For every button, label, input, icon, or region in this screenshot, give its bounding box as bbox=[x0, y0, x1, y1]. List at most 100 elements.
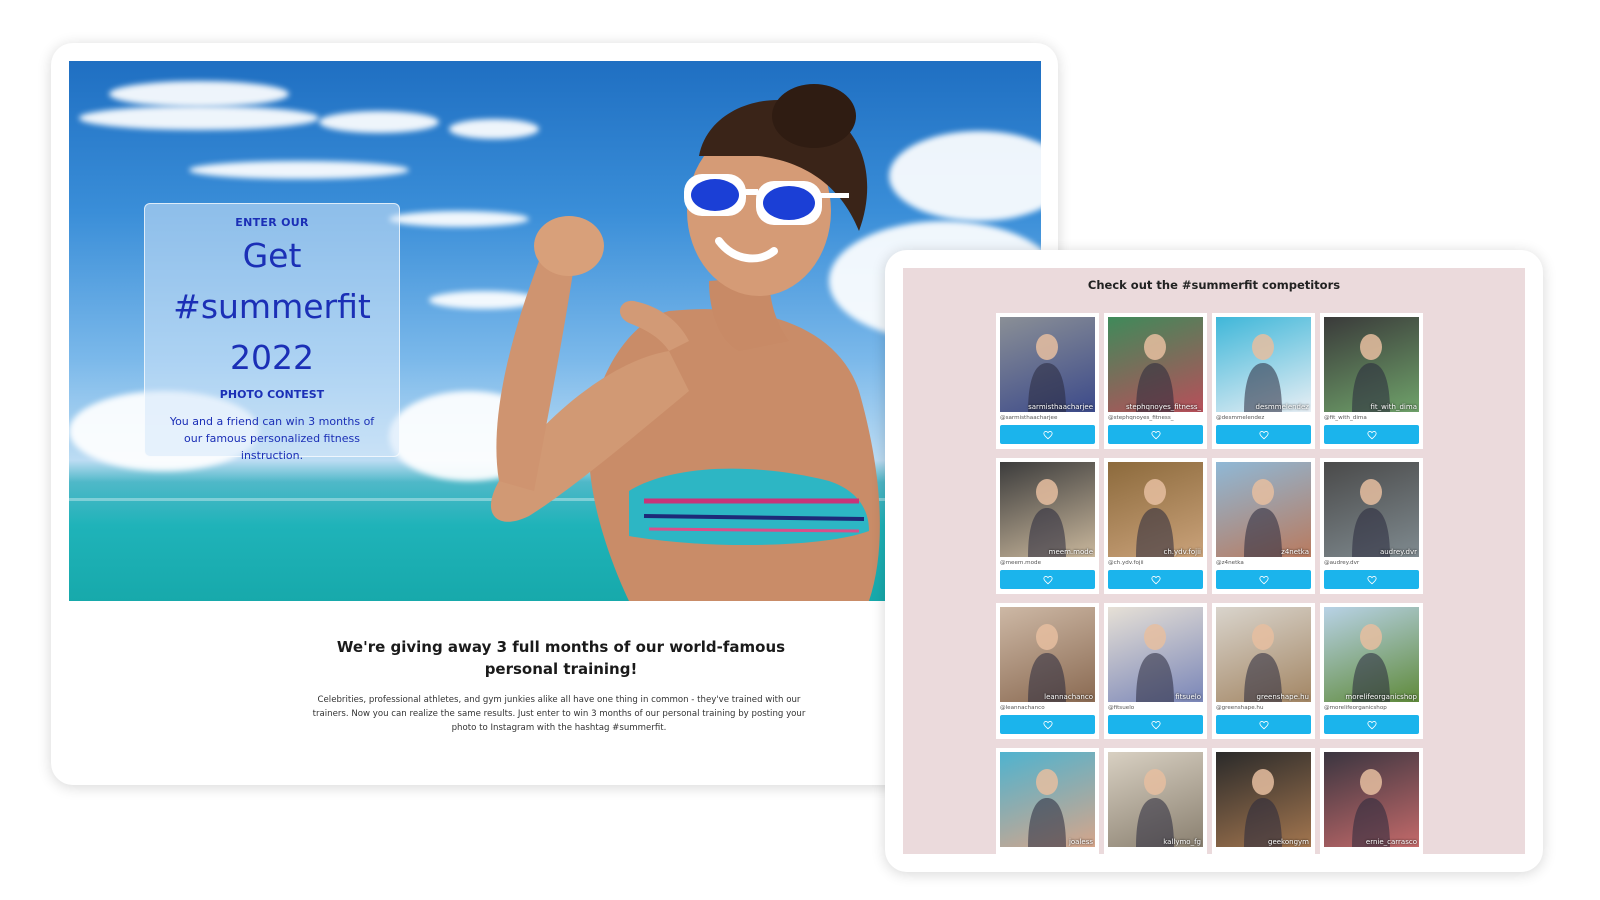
competitor-photo[interactable]: morelifeorganicshop bbox=[1324, 607, 1419, 702]
like-button[interactable] bbox=[1216, 570, 1311, 589]
heart-icon bbox=[1258, 430, 1269, 439]
photo-username-label: desmmelendez bbox=[1255, 403, 1309, 411]
promo-pre-title: ENTER OUR bbox=[235, 216, 309, 229]
heart-icon bbox=[1366, 575, 1377, 584]
competitor-tile: z4netka @z4netka bbox=[1212, 458, 1315, 594]
person-silhouette-icon bbox=[1136, 624, 1174, 702]
photo-username-label: greenshape.hu bbox=[1256, 693, 1309, 701]
competitor-handle: @z4netka bbox=[1216, 560, 1244, 566]
competitor-photo[interactable]: sarmisthaacharjee bbox=[1000, 317, 1095, 412]
competitor-tile: ch.ydv.fojii @ch.ydv.fojii bbox=[1104, 458, 1207, 594]
person-silhouette-icon bbox=[1244, 624, 1282, 702]
like-button[interactable] bbox=[1324, 570, 1419, 589]
competitor-tile: fit_with_dima @fit_with_dima bbox=[1320, 313, 1423, 449]
photo-username-label: kallymo_fg bbox=[1163, 838, 1201, 846]
competitor-handle: @desmmelendez bbox=[1216, 415, 1265, 421]
competitor-handle: @fit_with_dima bbox=[1324, 415, 1367, 421]
photo-username-label: audrey.dvr bbox=[1379, 548, 1417, 556]
heart-icon bbox=[1366, 430, 1377, 439]
person-silhouette-icon bbox=[1244, 769, 1282, 847]
competitor-tile: desmmelendez @desmmelendez bbox=[1212, 313, 1315, 449]
like-button[interactable] bbox=[1108, 425, 1203, 444]
heart-icon bbox=[1042, 430, 1053, 439]
gallery-title: Check out the #summerfit competitors bbox=[1087, 278, 1341, 292]
photo-username-label: leannachanco bbox=[1044, 693, 1093, 701]
competitor-handle: @sarmisthaacharjee bbox=[1000, 415, 1058, 421]
like-button[interactable] bbox=[1108, 715, 1203, 734]
heart-icon bbox=[1366, 720, 1377, 729]
competitor-handle: @meem.mode bbox=[1000, 560, 1042, 566]
gallery-card: Check out the #summerfit competitors sar… bbox=[885, 250, 1543, 872]
person-silhouette-icon bbox=[1136, 334, 1174, 412]
heart-icon bbox=[1042, 720, 1053, 729]
person-silhouette-icon bbox=[1028, 624, 1066, 702]
competitor-handle: @fitsuelo bbox=[1108, 705, 1135, 711]
competitor-tile: greenshape.hu @greenshape.hu bbox=[1212, 603, 1315, 739]
photo-username-label: geekongym bbox=[1268, 838, 1309, 846]
heart-icon bbox=[1258, 575, 1269, 584]
competitor-photo[interactable]: leannachanco bbox=[1000, 607, 1095, 702]
like-button[interactable] bbox=[1000, 570, 1095, 589]
competitor-tile: geekongym bbox=[1212, 748, 1315, 854]
photo-username-label: ernie_carrasco bbox=[1365, 838, 1417, 846]
photo-username-label: fitsuelo bbox=[1175, 693, 1201, 701]
competitor-grid: sarmisthaacharjee @sarmisthaacharjee steph… bbox=[996, 313, 1424, 854]
promo-description: You and a friend can win 3 months of our… bbox=[169, 415, 375, 462]
gallery-section: Check out the #summerfit competitors sar… bbox=[903, 268, 1525, 854]
heart-icon bbox=[1150, 575, 1161, 584]
competitor-photo[interactable]: ernie_carrasco bbox=[1324, 752, 1419, 847]
photo-username-label: joaless bbox=[1068, 838, 1093, 846]
like-button[interactable] bbox=[1324, 425, 1419, 444]
competitor-handle: @leannachanco bbox=[1000, 705, 1045, 711]
person-silhouette-icon bbox=[1352, 479, 1390, 557]
person-silhouette-icon bbox=[1136, 769, 1174, 847]
competitor-tile: fitsuelo @fitsuelo bbox=[1104, 603, 1207, 739]
promo-title-line2: #summerfit bbox=[173, 287, 371, 326]
competitor-handle: @audrey.dvr bbox=[1324, 560, 1360, 566]
competitor-photo[interactable]: ch.ydv.fojii bbox=[1108, 462, 1203, 557]
person-silhouette-icon bbox=[1244, 334, 1282, 412]
person-silhouette-icon bbox=[1028, 334, 1066, 412]
photo-username-label: fit_with_dima bbox=[1370, 403, 1417, 411]
promo-title-line3: 2022 bbox=[230, 338, 314, 377]
competitor-tile: audrey.dvr @audrey.dvr bbox=[1320, 458, 1423, 594]
heart-icon bbox=[1150, 430, 1161, 439]
competitor-photo[interactable]: stephqnoyes_fitness_ bbox=[1108, 317, 1203, 412]
competitor-photo[interactable]: fitsuelo bbox=[1108, 607, 1203, 702]
competitor-photo[interactable]: fit_with_dima bbox=[1324, 317, 1419, 412]
competitor-photo[interactable]: z4netka bbox=[1216, 462, 1311, 557]
competitor-photo[interactable]: meem.mode bbox=[1000, 462, 1095, 557]
contest-promo-box: ENTER OUR Get #summerfit 2022 PHOTO CONT… bbox=[144, 203, 400, 462]
competitor-handle: @ch.ydv.fojii bbox=[1108, 560, 1144, 566]
person-silhouette-icon bbox=[1244, 479, 1282, 557]
person-silhouette-icon bbox=[1136, 479, 1174, 557]
like-button[interactable] bbox=[1324, 715, 1419, 734]
competitor-photo[interactable]: joaless bbox=[1000, 752, 1095, 847]
like-button[interactable] bbox=[1216, 715, 1311, 734]
person-silhouette-icon bbox=[1352, 624, 1390, 702]
competitor-tile: stephqnoyes_fitness_ @stephqnoyes_fitness… bbox=[1104, 313, 1207, 449]
photo-username-label: stephqnoyes_fitness_ bbox=[1125, 403, 1201, 411]
competitor-photo[interactable]: audrey.dvr bbox=[1324, 462, 1419, 557]
like-button[interactable] bbox=[1000, 425, 1095, 444]
person-silhouette-icon bbox=[1028, 769, 1066, 847]
promo-title-line1: Get bbox=[242, 236, 302, 275]
competitor-photo[interactable]: kallymo_fg bbox=[1108, 752, 1203, 847]
photo-username-label: meem.mode bbox=[1048, 548, 1093, 556]
like-button[interactable] bbox=[1216, 425, 1311, 444]
competitor-photo[interactable]: geekongym bbox=[1216, 752, 1311, 847]
competitor-tile: joaless bbox=[996, 748, 1099, 854]
giveaway-headline: We're giving away 3 full months of our w… bbox=[336, 638, 786, 678]
competitor-tile: meem.mode @meem.mode bbox=[996, 458, 1099, 594]
competitor-photo[interactable]: greenshape.hu bbox=[1216, 607, 1311, 702]
competitor-handle: @stephqnoyes_fitness_ bbox=[1108, 415, 1174, 421]
like-button[interactable] bbox=[1108, 570, 1203, 589]
heart-icon bbox=[1042, 575, 1053, 584]
photo-username-label: morelifeorganicshop bbox=[1345, 693, 1417, 701]
competitor-photo[interactable]: desmmelendez bbox=[1216, 317, 1311, 412]
heart-icon bbox=[1258, 720, 1269, 729]
competitor-tile: ernie_carrasco bbox=[1320, 748, 1423, 854]
like-button[interactable] bbox=[1000, 715, 1095, 734]
promo-subtitle: PHOTO CONTEST bbox=[219, 388, 325, 401]
person-silhouette-icon bbox=[1028, 479, 1066, 557]
